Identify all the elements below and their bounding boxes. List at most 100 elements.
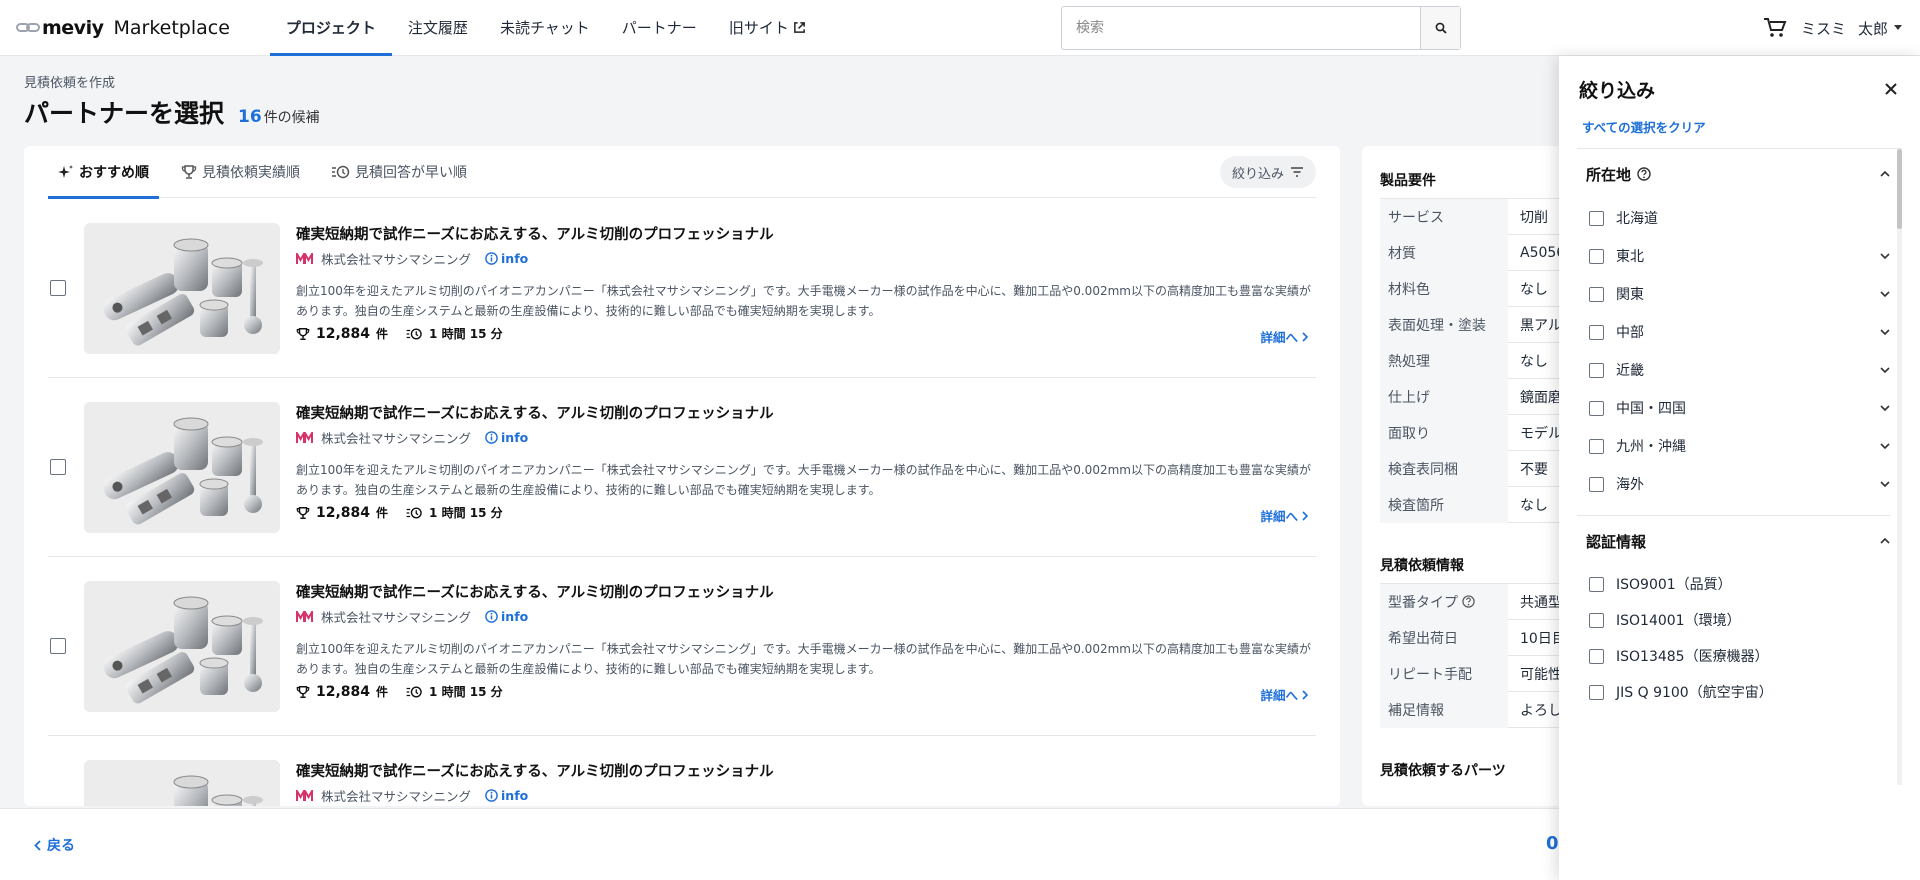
header-right: ミスミ 太郎 [1763, 0, 1902, 56]
scrollbar-thumb[interactable] [1897, 149, 1902, 229]
caret-down-icon [1894, 25, 1902, 30]
filter-scroll-area: 所在地 北海道東北関東 中部 近畿 中国・四国 九州・沖縄 海外 認証情報 ISO9001… [1577, 148, 1902, 785]
partner-thumbnail[interactable] [84, 581, 280, 712]
location-checkbox[interactable] [1589, 438, 1604, 454]
desc-line: あります。独自の生産システムと最新の生産設備により、技術的に難しい部品でも確実短… [296, 483, 881, 497]
info-link[interactable]: info [485, 430, 528, 445]
drawer-scrollbar[interactable] [1897, 149, 1902, 785]
location-checkbox[interactable] [1589, 286, 1604, 302]
chevron-down-icon[interactable] [1880, 329, 1890, 335]
nav-projects[interactable]: プロジェクト [269, 0, 392, 56]
key-label: 材料色 [1388, 281, 1430, 298]
key-label: 希望出荷日 [1388, 630, 1458, 647]
cert-section-header[interactable]: 認証情報 [1577, 516, 1902, 566]
company-name: 株式会社マサシマシニング [321, 610, 472, 625]
partner-title[interactable]: 確実短納期で試作ニーズにお応えする、アルミ切削のプロフェッショナル [296, 760, 774, 781]
info-link[interactable]: info [485, 609, 528, 624]
search-box [1061, 6, 1461, 50]
key-label: 型番タイプ [1388, 594, 1458, 611]
tab-order-record[interactable]: 見積依頼実績順 [171, 146, 310, 198]
key-label: 検査箇所 [1388, 497, 1444, 514]
back-button[interactable]: 戻る [34, 835, 75, 855]
clear-all-link[interactable]: すべての選択をクリア [1582, 117, 1706, 136]
nav-old-site[interactable]: 旧サイト [713, 0, 822, 56]
tab-recommended[interactable]: おすすめ順 [48, 146, 159, 199]
cart-icon[interactable] [1763, 17, 1787, 39]
location-option[interactable]: 九州・沖縄 [1577, 427, 1902, 465]
partner-title[interactable]: 確実短納期で試作ニーズにお応えする、アルミ切削のプロフェッショナル [296, 223, 774, 244]
user-menu[interactable]: ミスミ 太郎 [1801, 18, 1902, 39]
desc-line: あります。独自の生産システムと最新の生産設備により、技術的に難しい部品でも確実短… [296, 662, 881, 676]
partner-checkbox[interactable] [50, 638, 66, 654]
nav-partners[interactable]: パートナー [606, 0, 713, 56]
option-label: 東北 [1616, 249, 1644, 265]
back-label: 戻る [47, 838, 75, 854]
chevron-down-icon[interactable] [1880, 443, 1890, 449]
chevron-down-icon[interactable] [1880, 405, 1890, 411]
info-icon [485, 789, 498, 802]
partner-stats: 12,884 件 1 時間 15 分 [296, 504, 503, 521]
help-icon[interactable] [1462, 595, 1475, 608]
sparkle-icon [58, 164, 73, 178]
detail-link[interactable]: 詳細へ [1260, 685, 1308, 704]
count-number: 16 [238, 107, 262, 127]
cert-option[interactable]: ISO13485（医療機器） [1577, 638, 1902, 674]
cert-checkbox[interactable] [1589, 576, 1604, 592]
partner-checkbox[interactable] [50, 280, 66, 296]
partner-thumbnail[interactable] [84, 223, 280, 354]
key-label: 仕上げ [1388, 389, 1430, 406]
cert-option[interactable]: ISO14001（環境） [1577, 602, 1902, 638]
cert-option[interactable]: JIS Q 9100（航空宇宙） [1577, 674, 1902, 710]
order-number: 12,884 [316, 504, 371, 521]
close-icon[interactable] [1884, 82, 1898, 96]
location-checkbox[interactable] [1589, 400, 1604, 416]
chevron-down-icon[interactable] [1880, 481, 1890, 487]
chevron-down-icon[interactable] [1880, 367, 1890, 373]
location-checkbox[interactable] [1589, 476, 1604, 492]
location-checkbox[interactable] [1589, 210, 1604, 226]
chevron-down-icon[interactable] [1880, 253, 1890, 259]
partner-thumbnail[interactable] [84, 402, 280, 533]
nav-unread-chat[interactable]: 未読チャット [484, 0, 606, 56]
detail-link[interactable]: 詳細へ [1260, 327, 1308, 346]
location-option[interactable]: 近畿 [1577, 351, 1902, 389]
location-checkbox[interactable] [1589, 362, 1604, 378]
cert-option[interactable]: ISO9001（品質） [1577, 566, 1902, 602]
chevron-down-icon[interactable] [1880, 291, 1890, 297]
detail-link[interactable]: 詳細へ [1260, 506, 1308, 525]
requirement-value: モデル [1520, 425, 1562, 442]
location-option[interactable]: 中部 [1577, 313, 1902, 351]
help-icon[interactable] [1637, 167, 1651, 181]
filter-button[interactable]: 絞り込み [1219, 156, 1316, 188]
desc-line: 創立100年を迎えたアルミ切削のパイオニアカンパニー「株式会社マサシマシニング」… [296, 463, 1311, 477]
partner-title[interactable]: 確実短納期で試作ニーズにお応えする、アルミ切削のプロフェッショナル [296, 581, 774, 602]
info-link[interactable]: info [485, 251, 528, 266]
logo[interactable]: meviy Marketplace [16, 17, 230, 39]
location-option[interactable]: 東北 [1577, 237, 1902, 275]
search-button[interactable] [1420, 7, 1460, 49]
info-label: info [501, 788, 529, 803]
cert-checkbox[interactable] [1589, 612, 1604, 628]
location-option[interactable]: 中国・四国 [1577, 389, 1902, 427]
location-option[interactable]: 関東 [1577, 275, 1902, 313]
cert-checkbox[interactable] [1589, 648, 1604, 664]
partner-thumbnail[interactable] [84, 760, 280, 806]
search-input[interactable] [1062, 7, 1420, 49]
location-checkbox[interactable] [1589, 248, 1604, 264]
nav-label: プロジェクト [285, 19, 376, 37]
cert-checkbox[interactable] [1589, 684, 1604, 700]
company-logo-icon [296, 252, 313, 264]
location-section-header[interactable]: 所在地 [1577, 149, 1902, 199]
requirement-key: サービス [1380, 198, 1508, 235]
chevron-right-icon [1302, 689, 1308, 700]
location-option[interactable]: 海外 [1577, 465, 1902, 503]
location-checkbox[interactable] [1589, 324, 1604, 340]
location-option[interactable]: 北海道 [1577, 199, 1902, 237]
tab-fast-response[interactable]: 見積回答が早い順 [322, 146, 477, 198]
tab-label: おすすめ順 [79, 164, 149, 181]
page-title-row: パートナーを選択 16 件の候補 [24, 94, 320, 130]
partner-title[interactable]: 確実短納期で試作ニーズにお応えする、アルミ切削のプロフェッショナル [296, 402, 774, 423]
partner-checkbox[interactable] [50, 459, 66, 475]
info-link[interactable]: info [485, 788, 528, 803]
nav-order-history[interactable]: 注文履歴 [392, 0, 484, 56]
